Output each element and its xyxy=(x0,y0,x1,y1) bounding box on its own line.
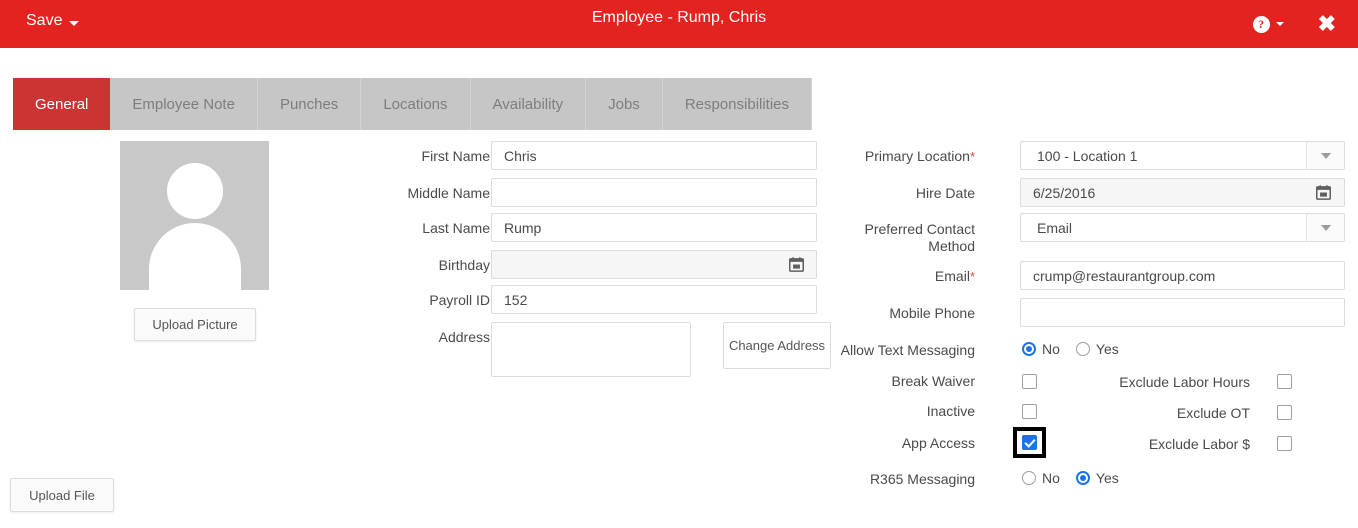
tab-label: Jobs xyxy=(608,95,640,113)
label-text: Primary Location xyxy=(864,148,970,164)
title-bar-actions: ? ✖ xyxy=(1252,0,1358,48)
primary-location-dropdown[interactable]: 100 - Location 1 xyxy=(1020,141,1345,170)
r365-messaging-radio-group: No Yes xyxy=(1022,470,1135,486)
inactive-label: Inactive xyxy=(926,403,975,419)
birthday-input[interactable] xyxy=(491,250,817,279)
radio-icon xyxy=(1022,471,1036,485)
close-button[interactable]: ✖ xyxy=(1318,13,1336,35)
tab-label: Punches xyxy=(279,95,339,113)
required-marker: * xyxy=(969,149,975,164)
tab-bar: General Employee Note Punches Locations … xyxy=(13,78,813,130)
upload-picture-button[interactable]: Upload Picture xyxy=(134,308,256,341)
tab-responsibilities[interactable]: Responsibilities xyxy=(662,78,813,130)
allow-text-messaging-label: Allow Text Messaging xyxy=(840,342,975,358)
preferred-contact-method-label: Preferred Contact Method xyxy=(800,221,976,255)
chevron-down-icon xyxy=(1275,22,1284,26)
tab-label: Employee Note xyxy=(132,95,235,113)
first-name-input[interactable]: Chris xyxy=(491,141,817,170)
payroll-id-label: Payroll ID xyxy=(429,292,490,308)
hire-date-label: Hire Date xyxy=(915,185,975,201)
radio-icon xyxy=(1075,342,1090,356)
email-input[interactable]: crump@restaurantgroup.com xyxy=(1020,261,1345,290)
app-access-checkbox[interactable] xyxy=(1022,435,1037,450)
label-text-line2: Method xyxy=(928,238,975,254)
calendar-icon[interactable] xyxy=(1316,185,1331,200)
radio-icon xyxy=(1075,471,1090,485)
help-menu-button[interactable]: ? xyxy=(1252,15,1284,33)
window-title-bar: Save Employee - Rump, Chris ? ✖ xyxy=(0,0,1358,48)
address-label: Address xyxy=(438,329,490,345)
allow-text-messaging-no-radio[interactable]: No xyxy=(1022,341,1060,357)
exclude-labor-dollars-checkbox[interactable] xyxy=(1277,436,1292,451)
employee-record-window: Save Employee - Rump, Chris ? ✖ General … xyxy=(0,0,1358,528)
tab-label: Responsibilities xyxy=(684,95,790,113)
radio-label: No xyxy=(1042,470,1060,486)
last-name-input[interactable]: Rump xyxy=(491,213,817,242)
inactive-checkbox[interactable] xyxy=(1022,404,1037,419)
r365-messaging-no-radio[interactable]: No xyxy=(1022,470,1060,486)
label-text: Email xyxy=(934,268,970,284)
tab-locations[interactable]: Locations xyxy=(361,78,471,130)
allow-text-messaging-yes-radio[interactable]: Yes xyxy=(1075,341,1119,357)
radio-icon xyxy=(1022,342,1036,356)
exclude-labor-dollars-label: Exclude Labor $ xyxy=(1148,436,1250,452)
tab-punches[interactable]: Punches xyxy=(257,78,362,130)
tab-label: Locations xyxy=(383,95,448,113)
tab-employee-note[interactable]: Employee Note xyxy=(110,78,258,130)
middle-name-input[interactable] xyxy=(491,178,817,207)
upload-file-button[interactable]: Upload File xyxy=(10,478,114,512)
allow-text-messaging-radio-group: No Yes xyxy=(1022,341,1135,357)
birthday-label: Birthday xyxy=(438,257,490,273)
break-waiver-label: Break Waiver xyxy=(891,373,975,389)
r365-messaging-label: R365 Messaging xyxy=(869,471,975,487)
radio-label: Yes xyxy=(1095,341,1119,357)
exclude-ot-checkbox[interactable] xyxy=(1277,405,1292,420)
preferred-contact-method-value: Email xyxy=(1037,219,1073,236)
exclude-labor-hours-label: Exclude Labor Hours xyxy=(1119,374,1250,390)
primary-location-label: Primary Location* xyxy=(800,148,975,165)
avatar-body-icon xyxy=(148,223,241,290)
chevron-down-icon xyxy=(1320,224,1331,231)
radio-label: No xyxy=(1042,341,1060,357)
dropdown-toggle[interactable] xyxy=(1306,142,1344,169)
payroll-id-input[interactable]: 152 xyxy=(491,285,817,314)
primary-location-value: 100 - Location 1 xyxy=(1037,147,1138,164)
tab-label: General xyxy=(35,95,89,113)
chevron-down-icon xyxy=(1320,152,1331,159)
radio-label: Yes xyxy=(1095,470,1119,486)
tab-general[interactable]: General xyxy=(13,78,111,130)
window-title: Employee - Rump, Chris xyxy=(591,9,767,26)
required-marker: * xyxy=(969,269,975,284)
avatar-head-icon xyxy=(166,163,223,219)
preferred-contact-method-dropdown[interactable]: Email xyxy=(1020,213,1345,242)
address-input[interactable] xyxy=(491,322,691,377)
dropdown-toggle[interactable] xyxy=(1306,214,1344,241)
hire-date-input[interactable]: 6/25/2016 xyxy=(1020,178,1345,207)
label-text-line1: Preferred Contact xyxy=(864,221,976,237)
help-icon: ? xyxy=(1252,15,1270,33)
app-access-label: App Access xyxy=(901,435,975,451)
last-name-label: Last Name xyxy=(422,220,490,236)
tab-jobs[interactable]: Jobs xyxy=(586,78,663,130)
exclude-ot-label: Exclude OT xyxy=(1176,405,1250,421)
email-label: Email* xyxy=(800,268,975,285)
break-waiver-checkbox[interactable] xyxy=(1022,374,1037,389)
exclude-labor-hours-checkbox[interactable] xyxy=(1277,374,1292,389)
tab-label: Availability xyxy=(492,95,564,113)
r365-messaging-yes-radio[interactable]: Yes xyxy=(1075,470,1119,486)
employee-photo-placeholder xyxy=(120,141,269,290)
mobile-phone-label: Mobile Phone xyxy=(889,305,975,321)
tab-availability[interactable]: Availability xyxy=(470,78,587,130)
first-name-label: First Name xyxy=(421,148,490,164)
mobile-phone-input[interactable] xyxy=(1020,298,1345,327)
middle-name-label: Middle Name xyxy=(407,185,490,201)
